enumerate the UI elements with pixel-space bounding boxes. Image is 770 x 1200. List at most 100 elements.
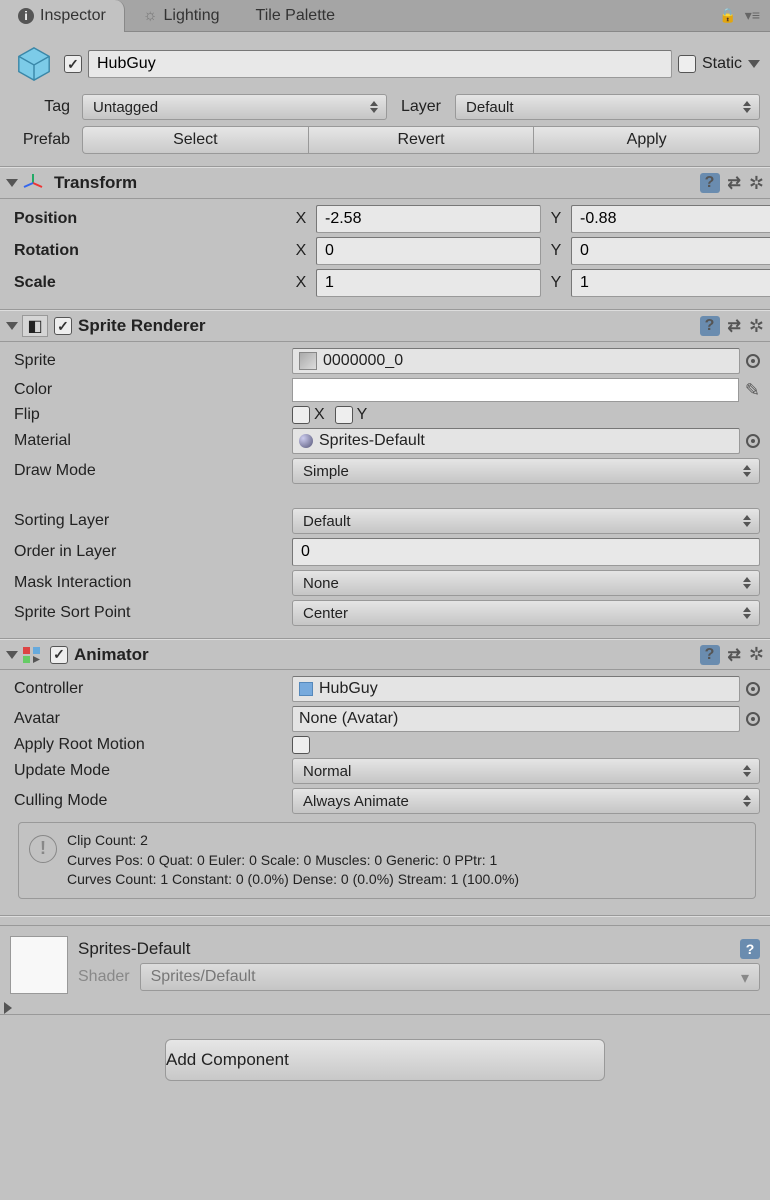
tab-inspector-label: Inspector bbox=[40, 7, 106, 25]
animator-info-box: ! Clip Count: 2 Curves Pos: 0 Quat: 0 Eu… bbox=[18, 822, 756, 899]
prefab-apply-button[interactable]: Apply bbox=[533, 126, 760, 154]
foldout-icon[interactable] bbox=[6, 322, 18, 330]
animator-enabled-checkbox[interactable] bbox=[50, 646, 68, 664]
sorting-layer-dropdown[interactable]: Default bbox=[292, 508, 760, 534]
animator-title: Animator bbox=[74, 645, 149, 665]
static-checkbox[interactable] bbox=[678, 55, 696, 73]
animator-icon bbox=[22, 645, 44, 665]
sprite-renderer-enabled-checkbox[interactable] bbox=[54, 317, 72, 335]
tab-tile-palette-label: Tile Palette bbox=[256, 7, 335, 25]
tab-lighting[interactable]: ☼ Lighting bbox=[125, 0, 238, 32]
material-foldout-icon[interactable] bbox=[4, 1002, 12, 1014]
controller-field[interactable]: HubGuy bbox=[292, 676, 740, 702]
apply-root-motion-checkbox[interactable] bbox=[292, 736, 310, 754]
material-preview[interactable] bbox=[10, 936, 68, 994]
tab-tile-palette[interactable]: Tile Palette bbox=[238, 0, 353, 32]
sprite-renderer-title: Sprite Renderer bbox=[78, 316, 206, 336]
material-field[interactable]: Sprites-Default bbox=[292, 428, 740, 454]
sprite-renderer-header[interactable]: ◧ Sprite Renderer ? ⇄ bbox=[0, 310, 770, 342]
shader-value: Sprites/Default bbox=[151, 968, 256, 985]
culling-mode-label: Culling Mode bbox=[14, 792, 292, 810]
add-component-button[interactable]: Add Component bbox=[165, 1039, 605, 1081]
rotation-y-input[interactable] bbox=[571, 237, 770, 265]
scale-y-input[interactable] bbox=[571, 269, 770, 297]
draw-mode-dropdown[interactable]: Simple bbox=[292, 458, 760, 484]
tag-value: Untagged bbox=[93, 99, 158, 116]
eyedropper-icon[interactable]: ✎ bbox=[745, 380, 760, 401]
help-icon[interactable]: ? bbox=[700, 316, 720, 336]
transform-header[interactable]: Transform ? ⇄ bbox=[0, 167, 770, 199]
x-label: X bbox=[292, 210, 310, 228]
gear-icon[interactable] bbox=[749, 644, 764, 665]
object-picker-icon[interactable] bbox=[746, 354, 760, 368]
avatar-label: Avatar bbox=[14, 710, 292, 728]
tag-dropdown[interactable]: Untagged bbox=[82, 94, 387, 120]
sprite-label: Sprite bbox=[14, 352, 292, 370]
sprite-renderer-icon: ◧ bbox=[22, 315, 48, 337]
preset-icon[interactable]: ⇄ bbox=[728, 173, 741, 193]
info-line-3: Curves Count: 1 Constant: 0 (0.0%) Dense… bbox=[67, 870, 519, 890]
sorting-layer-label: Sorting Layer bbox=[14, 512, 292, 530]
object-picker-icon[interactable] bbox=[746, 682, 760, 696]
animator-header[interactable]: Animator ? ⇄ bbox=[0, 639, 770, 670]
preset-icon[interactable]: ⇄ bbox=[728, 316, 741, 336]
flip-y-checkbox[interactable] bbox=[335, 406, 353, 424]
layer-dropdown[interactable]: Default bbox=[455, 94, 760, 120]
tab-inspector[interactable]: i Inspector bbox=[0, 0, 125, 32]
animator-body: Controller HubGuy Avatar None (Avatar) A… bbox=[0, 670, 770, 916]
sprite-sort-point-dropdown[interactable]: Center bbox=[292, 600, 760, 626]
sprite-sort-point-value: Center bbox=[303, 605, 348, 622]
apply-root-motion-label: Apply Root Motion bbox=[14, 736, 292, 754]
flip-label: Flip bbox=[14, 406, 292, 424]
transform-title: Transform bbox=[54, 173, 137, 193]
mask-interaction-dropdown[interactable]: None bbox=[292, 570, 760, 596]
material-section: Sprites-Default ? Shader Sprites/Default bbox=[0, 926, 770, 998]
prefab-revert-button[interactable]: Revert bbox=[308, 126, 534, 154]
prefab-select-button[interactable]: Select bbox=[82, 126, 308, 154]
gameobject-icon[interactable] bbox=[10, 40, 58, 88]
info-line-2: Curves Pos: 0 Quat: 0 Euler: 0 Scale: 0 … bbox=[67, 851, 519, 871]
lock-icon[interactable]: 🔒 bbox=[719, 7, 736, 24]
material-name: Sprites-Default bbox=[78, 939, 190, 959]
order-in-layer-label: Order in Layer bbox=[14, 543, 292, 561]
prefab-label: Prefab bbox=[10, 131, 70, 149]
shader-dropdown[interactable]: Sprites/Default bbox=[140, 963, 760, 991]
gameobject-name-input[interactable] bbox=[88, 50, 672, 78]
help-icon[interactable]: ? bbox=[700, 173, 720, 193]
object-picker-icon[interactable] bbox=[746, 712, 760, 726]
sprite-renderer-body: Sprite 0000000_0 Color ✎ Flip X Y Materi… bbox=[0, 342, 770, 639]
rotation-label: Rotation bbox=[14, 242, 292, 260]
static-dropdown-icon[interactable] bbox=[748, 60, 760, 68]
foldout-icon[interactable] bbox=[6, 651, 18, 659]
order-in-layer-input[interactable] bbox=[292, 538, 760, 566]
foldout-icon[interactable] bbox=[6, 179, 18, 187]
material-label: Material bbox=[14, 432, 292, 450]
flip-y-label: Y bbox=[357, 406, 368, 424]
gear-icon[interactable] bbox=[749, 173, 764, 194]
culling-mode-dropdown[interactable]: Always Animate bbox=[292, 788, 760, 814]
lighting-icon: ☼ bbox=[143, 7, 158, 25]
preset-icon[interactable]: ⇄ bbox=[728, 645, 741, 665]
sprite-value: 0000000_0 bbox=[323, 352, 403, 370]
position-y-input[interactable] bbox=[571, 205, 770, 233]
material-field-value: Sprites-Default bbox=[319, 432, 425, 450]
flip-x-checkbox[interactable] bbox=[292, 406, 310, 424]
gear-icon[interactable] bbox=[749, 316, 764, 337]
gameobject-active-checkbox[interactable] bbox=[64, 55, 82, 73]
info-line-1: Clip Count: 2 bbox=[67, 831, 519, 851]
scale-label: Scale bbox=[14, 274, 292, 292]
position-label: Position bbox=[14, 210, 292, 228]
scale-x-input[interactable] bbox=[316, 269, 541, 297]
panel-menu-icon[interactable]: ▾≡ bbox=[745, 7, 760, 24]
object-picker-icon[interactable] bbox=[746, 434, 760, 448]
update-mode-dropdown[interactable]: Normal bbox=[292, 758, 760, 784]
help-icon[interactable]: ? bbox=[700, 645, 720, 665]
sprite-field[interactable]: 0000000_0 bbox=[292, 348, 740, 374]
rotation-x-input[interactable] bbox=[316, 237, 541, 265]
avatar-field[interactable]: None (Avatar) bbox=[292, 706, 740, 732]
help-icon[interactable]: ? bbox=[740, 939, 760, 959]
position-x-input[interactable] bbox=[316, 205, 541, 233]
static-label: Static bbox=[702, 55, 742, 73]
color-label: Color bbox=[14, 381, 292, 399]
color-field[interactable] bbox=[292, 378, 739, 402]
